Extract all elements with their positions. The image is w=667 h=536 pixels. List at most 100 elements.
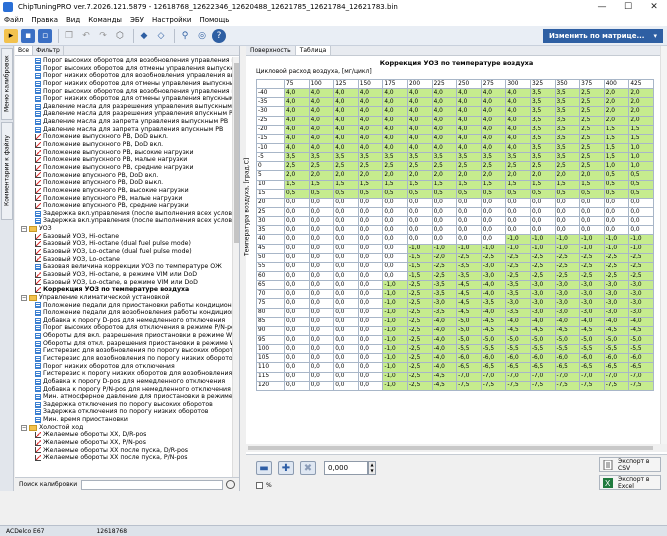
table-cell[interactable]: 2,5 <box>579 97 605 108</box>
table-cell[interactable]: 2,0 <box>603 97 630 108</box>
table-cell[interactable]: 0,0 <box>284 325 310 336</box>
table-cell[interactable]: 2,0 <box>505 170 531 181</box>
table-cell[interactable]: 3,5 <box>456 152 482 163</box>
table-cell[interactable]: -1,0 <box>529 234 556 245</box>
table-cell[interactable]: -3,0 <box>628 298 654 309</box>
table-cell[interactable]: 0,0 <box>382 252 408 263</box>
table-cell[interactable]: -5,0 <box>628 334 654 346</box>
table-cell[interactable]: -4,0 <box>431 353 458 364</box>
table-cell[interactable]: 2,5 <box>579 133 605 144</box>
table-cell[interactable]: 0,0 <box>308 353 335 364</box>
table-cell[interactable]: 0,0 <box>431 197 458 208</box>
table-cell[interactable]: -2,5 <box>431 261 458 272</box>
tree-item[interactable]: Добавка к порогу D-pos для немедленного … <box>15 378 233 386</box>
tree-item[interactable]: Положение выпускного РВ, высокие нагрузк… <box>15 149 233 157</box>
table-cell[interactable]: 4,0 <box>480 88 507 99</box>
table-cell[interactable]: -4,5 <box>431 371 458 382</box>
minus-icon[interactable]: ▬ <box>256 461 272 475</box>
tree-item[interactable]: Положение выпускного РВ, DoD выкл. <box>15 133 233 141</box>
table-cell[interactable]: -5,5 <box>554 344 581 355</box>
table-cell[interactable]: -4,5 <box>480 316 507 327</box>
tree-item[interactable]: Порог низких оборотов для отключения <box>15 363 233 371</box>
table-cell[interactable]: 4,0 <box>284 106 310 117</box>
table-cell[interactable]: -2,5 <box>456 252 482 263</box>
table-cell[interactable]: -7,5 <box>579 380 605 391</box>
tree-item[interactable]: Положение впускного РВ, высокие нагрузки <box>15 187 233 195</box>
table-cell[interactable]: 0,0 <box>579 225 605 236</box>
table-cell[interactable]: 1,5 <box>505 179 531 190</box>
table-cell[interactable]: -1,0 <box>628 243 654 254</box>
table-cell[interactable]: -1,0 <box>382 334 408 346</box>
table-cell[interactable]: 4,0 <box>333 97 359 108</box>
tree-item[interactable]: Порог высоких оборотов для отключения в … <box>15 324 233 332</box>
table-cell[interactable]: 0,0 <box>382 225 408 236</box>
table-cell[interactable]: -3,5 <box>456 261 482 272</box>
table-cell[interactable]: -3,0 <box>579 280 605 291</box>
table-cell[interactable]: 0,0 <box>406 197 433 208</box>
checksum-icon[interactable]: ◆ <box>137 29 151 43</box>
table-cell[interactable]: 4,0 <box>456 106 482 117</box>
tree-item[interactable]: Обороты для откл. разрешения приостановк… <box>15 340 233 348</box>
table-cell[interactable]: 0,0 <box>357 234 384 245</box>
row-header[interactable]: 45 <box>256 243 285 254</box>
tree-item[interactable]: Мин. время приостановки <box>15 416 233 424</box>
menu-commands[interactable]: Команды <box>84 16 126 24</box>
column-header[interactable]: 325 <box>529 78 556 90</box>
table-cell[interactable]: 1,0 <box>603 161 630 172</box>
row-header[interactable]: 115 <box>256 371 285 382</box>
table-cell[interactable]: -1,0 <box>554 243 581 254</box>
table-cell[interactable]: -3,0 <box>554 280 581 291</box>
table-cell[interactable]: 0,0 <box>284 334 310 346</box>
menu-ecu[interactable]: ЭБУ <box>126 16 148 24</box>
table-cell[interactable]: -1,0 <box>505 234 531 245</box>
table-cell[interactable]: -7,5 <box>456 380 482 391</box>
table-cell[interactable]: 0,0 <box>333 362 359 373</box>
table-cell[interactable]: -1,0 <box>628 234 654 245</box>
tree-item[interactable]: Порог высоких оборотов для отмены управл… <box>15 65 233 73</box>
table-cell[interactable]: 3,5 <box>333 152 359 163</box>
table-cell[interactable]: -1,0 <box>579 234 605 245</box>
table-cell[interactable]: -7,0 <box>505 371 531 382</box>
table-cell[interactable]: -1,0 <box>382 316 408 327</box>
table-cell[interactable]: 0,0 <box>333 334 359 346</box>
table-cell[interactable]: 0,5 <box>554 188 581 199</box>
table-cell[interactable]: 4,0 <box>357 133 384 144</box>
table-cell[interactable]: -2,5 <box>505 261 531 272</box>
table-cell[interactable]: 2,5 <box>579 124 605 135</box>
table-cell[interactable]: 2,5 <box>308 161 335 172</box>
table-cell[interactable]: -1,5 <box>406 252 433 263</box>
table-cell[interactable]: -1,0 <box>603 243 630 254</box>
table-cell[interactable]: -4,5 <box>505 325 531 336</box>
table-cell[interactable]: 0,0 <box>333 280 359 291</box>
table-cell[interactable]: -6,0 <box>603 353 630 364</box>
table-cell[interactable]: -5,5 <box>480 344 507 355</box>
table-cell[interactable]: 0,0 <box>308 307 335 318</box>
table-cell[interactable]: -3,5 <box>505 289 531 300</box>
table-cell[interactable]: 0,5 <box>603 170 630 181</box>
table-cell[interactable]: 4,0 <box>406 142 433 154</box>
table-cell[interactable]: 0,0 <box>505 206 531 218</box>
tree-item[interactable]: Положение выпускного РВ, средние нагрузк… <box>15 164 233 172</box>
table-cell[interactable]: -6,5 <box>628 362 654 373</box>
table-cell[interactable]: 0,0 <box>480 234 507 245</box>
table-cell[interactable]: 0,0 <box>529 197 556 208</box>
compare-icon[interactable]: ◇ <box>154 29 168 43</box>
table-cell[interactable]: -2,5 <box>628 261 654 272</box>
table-cell[interactable]: 2,0 <box>603 106 630 117</box>
table-cell[interactable]: -1,0 <box>382 307 408 318</box>
table-cell[interactable]: 2,0 <box>382 170 408 181</box>
copy-icon[interactable]: ❐ <box>62 29 76 43</box>
column-header[interactable]: 100 <box>308 78 335 90</box>
tree-item[interactable]: Положение впускного РВ, малые нагрузки <box>15 195 233 203</box>
table-cell[interactable]: 4,0 <box>480 133 507 144</box>
table-cell[interactable]: 0,5 <box>333 188 359 199</box>
table-cell[interactable]: -5,0 <box>603 334 630 346</box>
table-cell[interactable]: 2,5 <box>579 142 605 154</box>
table-cell[interactable]: 0,0 <box>308 344 335 355</box>
column-header[interactable]: 250 <box>456 78 482 90</box>
table-cell[interactable]: 0,0 <box>431 216 458 227</box>
table-cell[interactable]: 4,0 <box>357 88 384 99</box>
undo-icon[interactable]: ↶ <box>79 29 93 43</box>
table-cell[interactable]: 0,5 <box>603 179 630 190</box>
table-cell[interactable]: 0,0 <box>357 243 384 254</box>
